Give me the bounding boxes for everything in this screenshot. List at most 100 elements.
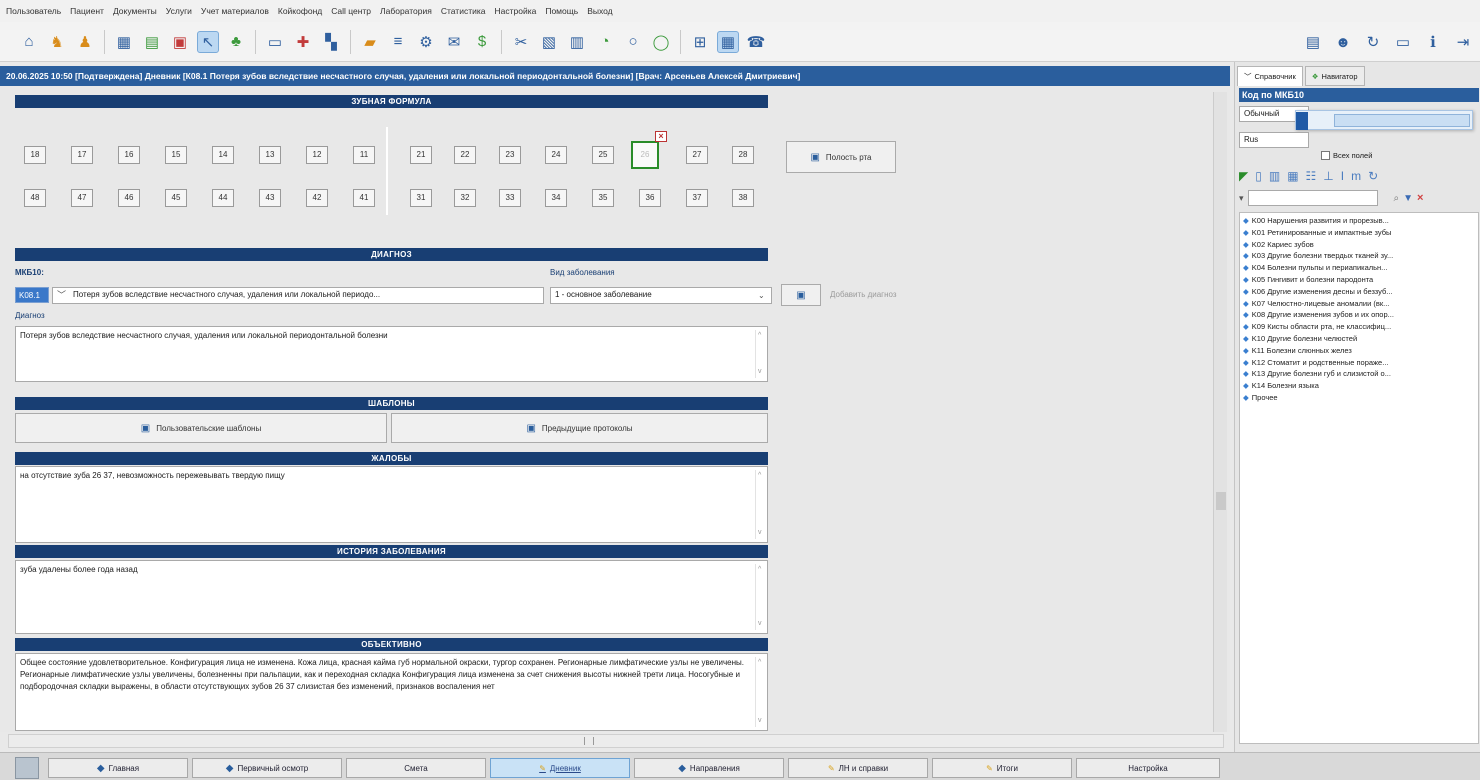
list-item[interactable]: ◆ K06 Другие изменения десны и беззуб... bbox=[1243, 286, 1475, 298]
add-icon[interactable]: ▯ bbox=[1255, 169, 1262, 183]
list-item[interactable]: ◆ K07 Челюстно-лицевые аномалии (вк... bbox=[1243, 298, 1475, 310]
filter-icon[interactable]: ⊥ bbox=[1323, 169, 1333, 183]
reference-search-input[interactable] bbox=[1247, 190, 1378, 206]
tab-main[interactable]: ◆ Главная bbox=[48, 758, 188, 778]
tooth-23[interactable]: 23 bbox=[499, 146, 521, 164]
tooth-37[interactable]: 37 bbox=[686, 189, 708, 207]
tooth-26[interactable]: 26 bbox=[631, 141, 659, 169]
money-icon[interactable]: $ bbox=[471, 31, 493, 53]
tooth-48[interactable]: 48 bbox=[24, 189, 46, 207]
text-icon[interactable]: I bbox=[1341, 169, 1344, 183]
circle-green-icon[interactable]: ◯ bbox=[650, 31, 672, 53]
main-vertical-scrollbar[interactable] bbox=[1213, 92, 1227, 732]
tooth-32[interactable]: 32 bbox=[454, 189, 476, 207]
settings-icon[interactable]: ⚙ bbox=[415, 31, 437, 53]
tooth-icon[interactable]: ✂ bbox=[510, 31, 532, 53]
diagnosis-textarea[interactable]: Потеря зубов вследствие несчастного случ… bbox=[15, 326, 768, 382]
tooth-21[interactable]: 21 bbox=[410, 146, 432, 164]
m-icon[interactable]: m bbox=[1351, 169, 1361, 183]
monitor-icon[interactable]: ▭ bbox=[264, 31, 286, 53]
tooth-13[interactable]: 13 bbox=[259, 146, 281, 164]
tooth-34[interactable]: 34 bbox=[545, 189, 567, 207]
book-icon[interactable]: ▰ bbox=[359, 31, 381, 53]
app-icon[interactable] bbox=[15, 757, 39, 779]
tooth-15[interactable]: 15 bbox=[165, 146, 187, 164]
add-diagnosis-icon-button[interactable]: ▣ bbox=[781, 284, 821, 306]
list-item[interactable]: ◆ K05 Гингивит и болезни пародонта bbox=[1243, 274, 1475, 286]
grid-icon[interactable]: ▦ bbox=[1287, 169, 1298, 183]
tooth-27[interactable]: 27 bbox=[686, 146, 708, 164]
menu-services[interactable]: Услуги bbox=[166, 6, 192, 16]
list-item[interactable]: ◆ K13 Другие болезни губ и слизистой о... bbox=[1243, 368, 1475, 380]
scrollbar[interactable] bbox=[755, 657, 765, 727]
tooth-25[interactable]: 25 bbox=[592, 146, 614, 164]
close-icon[interactable]: × bbox=[655, 131, 667, 142]
chart-icon[interactable]: ◔ bbox=[594, 31, 616, 53]
tooth-14[interactable]: 14 bbox=[212, 146, 234, 164]
tooth-18[interactable]: 18 bbox=[24, 146, 46, 164]
circle-icon[interactable]: ○ bbox=[622, 31, 644, 53]
dropdown-popup[interactable] bbox=[1295, 110, 1473, 130]
history-textarea[interactable]: зуба удалены более года назад bbox=[15, 560, 768, 634]
search-by-select[interactable]: Rus bbox=[1239, 132, 1309, 148]
list-item[interactable]: ◆ K11 Болезни слюнных желез bbox=[1243, 345, 1475, 357]
user-icon[interactable]: ☻ bbox=[1332, 31, 1354, 53]
mkb-code-field[interactable]: K08.1 bbox=[15, 287, 49, 303]
search-mode-icon[interactable]: ▾ bbox=[1239, 193, 1244, 204]
info-icon[interactable]: ℹ bbox=[1422, 31, 1444, 53]
lock-icon[interactable]: ▤ bbox=[1302, 31, 1324, 53]
tooth-24[interactable]: 24 bbox=[545, 146, 567, 164]
scrollbar[interactable] bbox=[755, 470, 765, 539]
tooth-35[interactable]: 35 bbox=[592, 189, 614, 207]
tools-icon[interactable]: ✚ bbox=[292, 31, 314, 53]
menu-callcenter[interactable]: Call центр bbox=[331, 6, 371, 16]
list-item[interactable]: ◆ K10 Другие болезни челюстей bbox=[1243, 333, 1475, 345]
image-icon[interactable]: ▧ bbox=[538, 31, 560, 53]
report-icon[interactable]: ▚ bbox=[320, 31, 342, 53]
table-icon[interactable]: ⊞ bbox=[689, 31, 711, 53]
mkb-select[interactable]: Потеря зубов вследствие несчастного случ… bbox=[52, 287, 544, 304]
document-icon[interactable]: ▥ bbox=[566, 31, 588, 53]
list-item[interactable]: ◆ K08 Другие изменения зубов и их опор... bbox=[1243, 309, 1475, 321]
home-icon[interactable]: ⌂ bbox=[18, 31, 40, 53]
tooth-42[interactable]: 42 bbox=[306, 189, 328, 207]
scrollbar-grip[interactable] bbox=[584, 737, 594, 745]
chevron-down-icon[interactable]: ﹀ bbox=[57, 287, 66, 304]
window-icon[interactable]: ▭ bbox=[1392, 31, 1414, 53]
list-item[interactable]: ◆ K01 Ретинированные и импактные зубы bbox=[1243, 227, 1475, 239]
previous-protocols-button[interactable]: ▣ Предыдущие протоколы bbox=[391, 413, 768, 443]
tab-initial-exam[interactable]: ◆ Первичный осмотр bbox=[192, 758, 342, 778]
funnel-icon[interactable]: ▼ bbox=[1403, 193, 1413, 204]
tab-referrals[interactable]: ◆ Направления bbox=[634, 758, 784, 778]
list-item[interactable]: ◆ Прочее bbox=[1243, 392, 1475, 404]
select-icon[interactable]: ◤ bbox=[1239, 169, 1248, 183]
list-item[interactable]: ◆ K09 Кисты области рта, не классифиц... bbox=[1243, 321, 1475, 333]
list-item[interactable]: ◆ K03 Другие болезни твердых тканей зу... bbox=[1243, 250, 1475, 262]
clear-icon[interactable]: × bbox=[1417, 192, 1423, 204]
users-icon[interactable]: ♣ bbox=[225, 31, 247, 53]
scrollbar[interactable] bbox=[755, 564, 765, 630]
tab-reference[interactable]: ﹀ Справочник bbox=[1237, 66, 1303, 86]
list-item[interactable]: ◆ K12 Стоматит и родственные пораже... bbox=[1243, 357, 1475, 369]
tree-icon[interactable]: ☷ bbox=[1306, 169, 1317, 183]
tooth-31[interactable]: 31 bbox=[410, 189, 432, 207]
tooth-46[interactable]: 46 bbox=[118, 189, 140, 207]
tooth-11[interactable]: 11 bbox=[353, 146, 375, 164]
tooth-47[interactable]: 47 bbox=[71, 189, 93, 207]
objective-textarea[interactable]: Общее состояние удовлетворительное. Конф… bbox=[15, 653, 768, 731]
list-item[interactable]: ◆ K02 Кариес зубов bbox=[1243, 239, 1475, 251]
scrollbar-thumb[interactable] bbox=[1216, 492, 1226, 510]
tooth-44[interactable]: 44 bbox=[212, 189, 234, 207]
tooth-12[interactable]: 12 bbox=[306, 146, 328, 164]
calendar-icon[interactable]: ▦ bbox=[113, 31, 135, 53]
schedule-icon[interactable]: ▤ bbox=[141, 31, 163, 53]
menu-lab[interactable]: Лаборатория bbox=[380, 6, 432, 16]
tooth-43[interactable]: 43 bbox=[259, 189, 281, 207]
tooth-36[interactable]: 36 bbox=[639, 189, 661, 207]
tab-settings[interactable]: Настройка bbox=[1076, 758, 1220, 778]
menu-stats[interactable]: Статистика bbox=[441, 6, 486, 16]
menu-help[interactable]: Помощь bbox=[545, 6, 578, 16]
oral-cavity-button[interactable]: ▣ Полость рта bbox=[786, 141, 896, 173]
menu-documents[interactable]: Документы bbox=[113, 6, 157, 16]
menu-exit[interactable]: Выход bbox=[587, 6, 612, 16]
